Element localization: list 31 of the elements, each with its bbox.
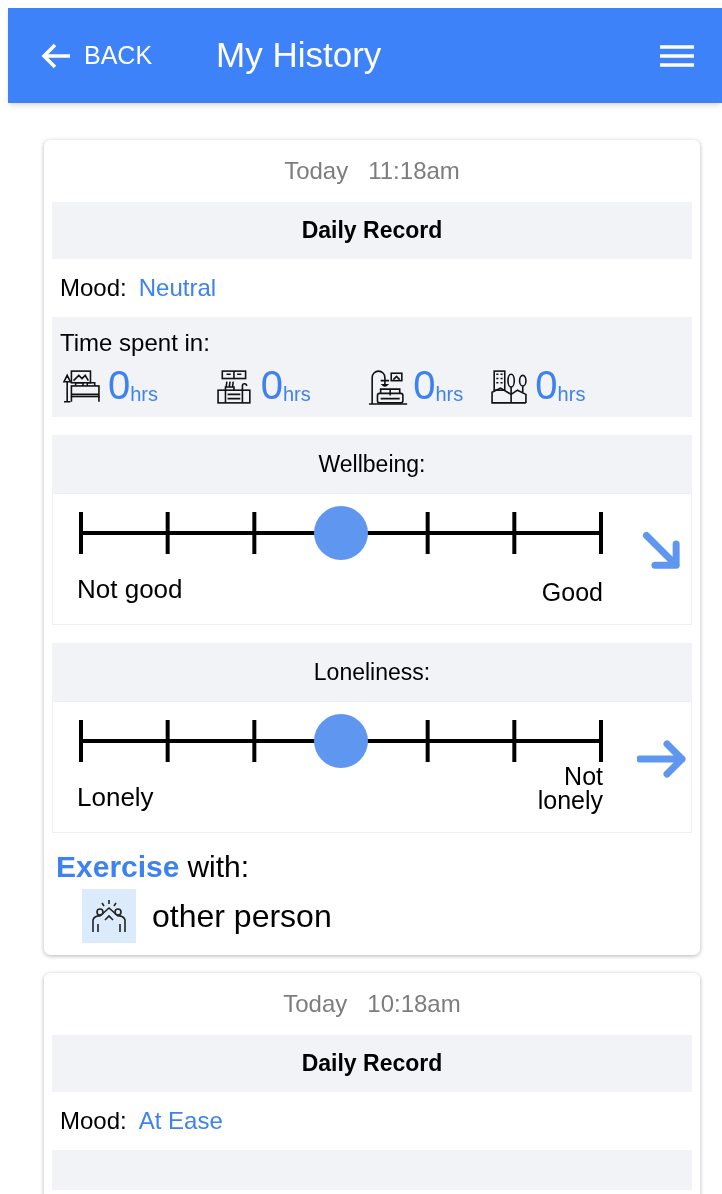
hours-value: 0hrs — [535, 365, 586, 405]
scale-title: Loneliness: — [52, 643, 692, 701]
menu-button[interactable] — [660, 43, 694, 68]
record-date: Today — [283, 989, 348, 1019]
record-title: Daily Record — [52, 1035, 692, 1092]
record-time: 11:18am — [368, 156, 460, 186]
mood-value: At Ease — [138, 1106, 223, 1136]
hours-value: 0hrs — [413, 365, 464, 405]
scale-title: Wellbeing: — [52, 435, 692, 493]
back-button[interactable]: BACK — [40, 36, 153, 75]
exercise-with-label: with: — [187, 849, 250, 885]
scale-high-label: Good — [540, 580, 603, 604]
hours-value: 0hrs — [108, 365, 159, 405]
exercise-label: Exercise — [56, 849, 180, 885]
time-spent-label: Time spent in: — [60, 328, 211, 358]
mood-label: Mood: — [60, 1106, 127, 1136]
scale-low-label: Not good — [77, 574, 183, 604]
scale-high-label: Not lonely — [536, 764, 603, 812]
high-five-icon — [82, 889, 136, 943]
scale-thumb[interactable] — [314, 506, 368, 560]
exercise-partner: other person — [152, 897, 332, 936]
record-time: 10:18am — [367, 989, 461, 1019]
record-date: Today — [284, 156, 349, 186]
record-title: Daily Record — [52, 202, 692, 259]
scale-low-label: Lonely — [77, 782, 154, 812]
page-title: My History — [216, 34, 382, 77]
scale-thumb[interactable] — [314, 714, 368, 768]
hours-value: 0hrs — [260, 365, 311, 405]
mood-label: Mood: — [60, 273, 127, 303]
back-arrow-icon — [40, 41, 72, 70]
mood-value: Neutral — [138, 273, 217, 303]
